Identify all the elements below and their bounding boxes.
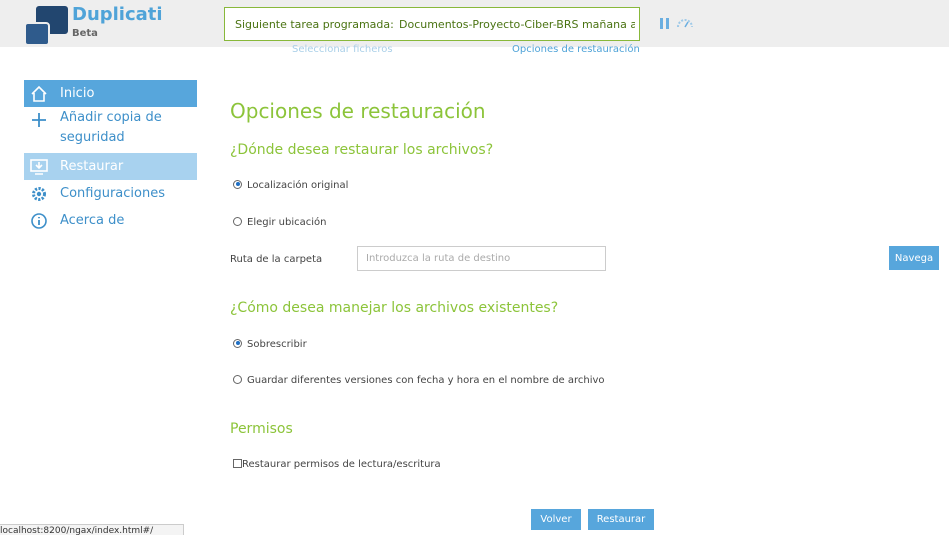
step-select-files[interactable]: Seleccionar ficheros [292,44,393,55]
info-icon [31,213,47,229]
restore-permissions-checkbox[interactable] [233,458,242,468]
sidebar-item-label: Restaurar [60,159,124,174]
home-icon [31,85,47,102]
radio-label: Sobrescribir [247,339,307,350]
radio-overwrite[interactable]: Sobrescribir [233,338,307,350]
step-restore-options[interactable]: Opciones de restauración [512,44,640,55]
sidebar-item-about[interactable]: Acerca de [24,207,197,234]
next-task-label: Siguiente tarea programada: [235,18,394,31]
plus-icon [32,113,46,127]
where-heading: ¿Dónde desea restaurar los archivos? [230,142,494,158]
radio-button[interactable] [233,374,242,384]
checkbox-label: Restaurar permisos de lectura/escritura [242,459,441,470]
sidebar: Inicio Añadir copia de seguridad Restaur… [24,80,197,234]
page-title: Opciones de restauración [230,99,486,123]
radio-label: Localización original [247,180,349,191]
existing-files-heading: ¿Cómo desea manejar los archivos existen… [230,300,559,316]
next-task-panel[interactable]: Siguiente tarea programada: Documentos-P… [224,7,640,41]
restore-button[interactable]: Restaurar [588,509,654,530]
browse-button[interactable]: Navega [889,246,939,270]
radio-original-location[interactable]: Localización original [233,179,349,191]
folder-path-input[interactable] [357,246,606,271]
sidebar-item-label: Configuraciones [60,186,165,201]
permissions-heading: Permisos [230,421,293,437]
sidebar-item-label: Acerca de [60,213,125,228]
radio-choose-location[interactable]: Elegir ubicación [233,216,327,228]
pause-icon[interactable] [660,18,670,29]
restore-permissions-option[interactable]: Restaurar permisos de lectura/escritura [233,458,441,470]
radio-button[interactable] [233,179,242,189]
radio-keep-versions[interactable]: Guardar diferentes versiones con fecha y… [233,374,605,386]
next-task-name: Documentos-Proyecto-Ciber-BRS mañana a l… [399,18,635,31]
restore-icon [30,159,48,175]
brand-name[interactable]: Duplicati [72,4,163,25]
folder-path-label: Ruta de la carpeta [230,254,323,265]
browser-status-url: localhost:8200/ngax/index.html#/ [0,524,184,535]
sidebar-item-restore[interactable]: Restaurar [24,153,197,180]
radio-label: Guardar diferentes versiones con fecha y… [247,375,605,386]
gear-icon [32,187,46,201]
back-button[interactable]: Volver [531,509,581,530]
radio-button[interactable] [233,338,242,348]
sidebar-item-home[interactable]: Inicio [24,80,197,107]
sidebar-item-add-backup[interactable]: Añadir copia de seguridad [24,107,197,153]
sidebar-item-settings[interactable]: Configuraciones [24,180,197,207]
duplicati-logo[interactable] [24,4,70,46]
sidebar-item-label: Añadir copia de seguridad [60,110,162,145]
sidebar-item-label: Inicio [60,86,95,101]
throttle-icon[interactable] [676,17,694,29]
radio-button[interactable] [233,216,242,226]
brand-subtitle: Beta [72,28,98,39]
top-header: Duplicati Beta Siguiente tarea programad… [0,0,949,55]
radio-label: Elegir ubicación [247,217,327,228]
